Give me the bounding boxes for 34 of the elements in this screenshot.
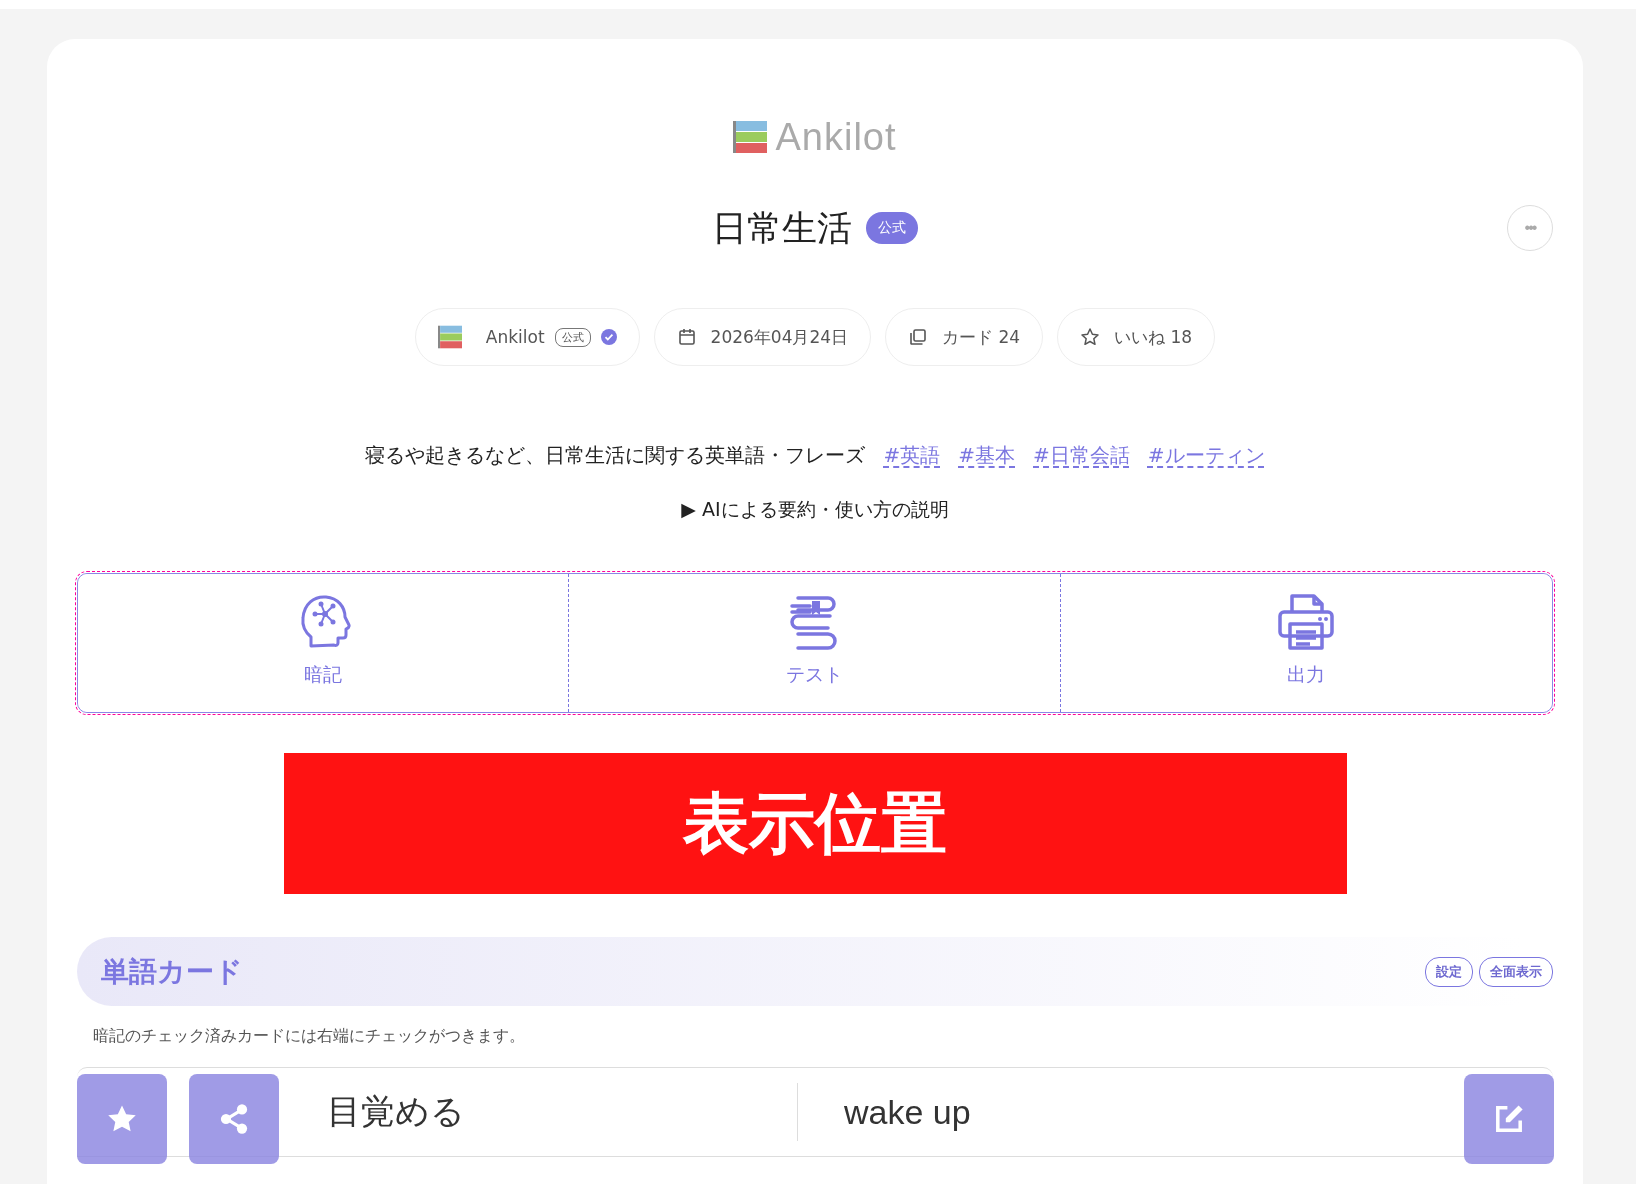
share-icon (218, 1103, 250, 1135)
tag-link[interactable]: #日常会話 (1033, 442, 1130, 469)
official-tag: 公式 (554, 327, 591, 347)
deck-title: 日常生活 (712, 206, 852, 250)
section-button[interactable]: 全面表示 (1479, 956, 1553, 987)
logo-icon (733, 120, 768, 154)
logo-icon (437, 325, 462, 349)
edit-icon (1493, 1103, 1525, 1135)
action-button[interactable]: 暗記 (78, 574, 570, 712)
edit-button[interactable] (1464, 1074, 1554, 1164)
meta-text: 2026年04月24日 (710, 325, 849, 349)
star-button[interactable] (77, 1074, 167, 1164)
printer-icon (1276, 592, 1337, 652)
card-front-text: 目覚める (327, 1090, 466, 1133)
official-badge: 公式 (866, 212, 918, 244)
description-text: 寝るや起きるなど、日常生活に関する英単語・フレーズ (365, 442, 866, 469)
tag-link[interactable]: #基本 (958, 442, 1015, 469)
card-back-text: wake up (843, 1092, 971, 1132)
share-button[interactable] (189, 1074, 279, 1164)
tag-link[interactable]: #英語 (883, 442, 941, 469)
copy-icon (908, 327, 929, 347)
ai-summary-toggle[interactable]: ▶ AIによる要約・使い方の説明 (681, 497, 949, 523)
section-button[interactable]: 設定 (1425, 956, 1473, 987)
star-icon (1080, 327, 1101, 347)
ad-banner: 表示位置 (283, 753, 1347, 894)
meta-text: カード 24 (942, 325, 1021, 349)
section-title: 単語カード (101, 953, 243, 990)
more-button[interactable]: ••• (1507, 205, 1553, 251)
section-note: 暗記のチェック済みカードには右端にチェックがつきます。 (93, 1026, 526, 1047)
meta-text: いいね 18 (1114, 325, 1193, 349)
author-name: Ankilot (485, 327, 545, 347)
tag-link[interactable]: #ルーティン (1147, 442, 1265, 469)
logo-text: Ankilot (775, 115, 897, 159)
calendar-icon (676, 327, 697, 347)
